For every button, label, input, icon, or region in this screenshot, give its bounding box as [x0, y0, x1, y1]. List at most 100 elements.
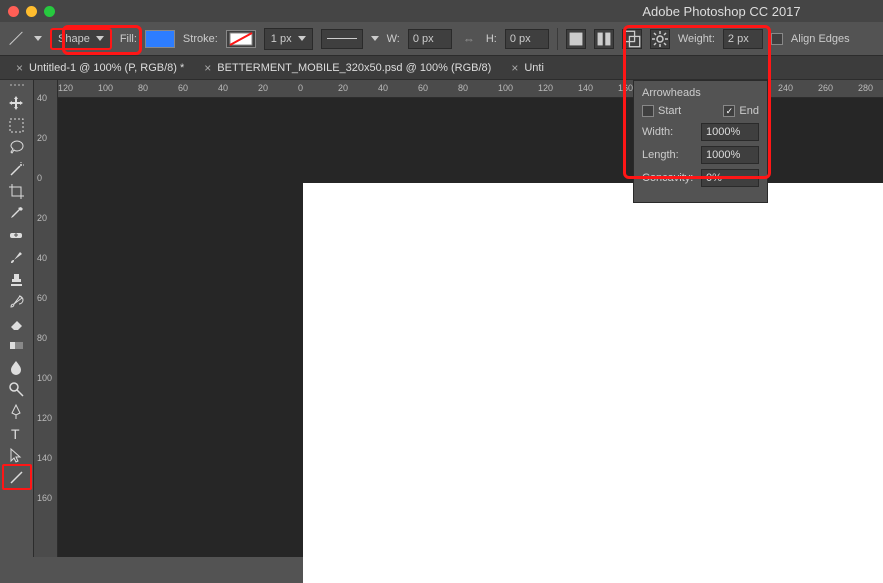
separator — [557, 28, 558, 50]
window-controls — [8, 6, 55, 17]
chevron-down-icon — [96, 36, 104, 41]
arrow-width-input[interactable] — [701, 123, 759, 141]
move-tool[interactable] — [4, 92, 30, 114]
start-checkbox[interactable] — [642, 105, 654, 117]
tool-mode-select[interactable]: Shape — [50, 28, 112, 50]
panel-grip[interactable] — [7, 84, 27, 88]
close-tab-icon[interactable]: × — [204, 61, 211, 75]
ruler-tick: 240 — [778, 83, 793, 93]
ruler-tick: 40 — [37, 94, 55, 102]
ruler-tick: 0 — [37, 174, 55, 182]
ruler-tick: 40 — [218, 83, 228, 93]
ruler-tick: 20 — [37, 214, 55, 222]
lasso-tool[interactable] — [4, 136, 30, 158]
ruler-tick: 100 — [98, 83, 113, 93]
ruler-tick: 60 — [178, 83, 188, 93]
gear-button[interactable] — [650, 29, 670, 49]
gear-icon — [651, 30, 669, 48]
stroke-label: Stroke: — [183, 33, 218, 45]
canvas-area: 120 100 80 60 40 20 0 20 40 60 80 100 12… — [58, 80, 883, 557]
ruler-tick: 80 — [37, 334, 55, 342]
tab-label: Unti — [524, 62, 544, 74]
end-checkbox[interactable] — [723, 105, 735, 117]
ruler-tick: 40 — [378, 83, 388, 93]
ruler-tick: 100 — [498, 83, 513, 93]
arrow-concavity-input[interactable] — [701, 169, 759, 187]
path-align-button[interactable] — [566, 29, 586, 49]
line-tool-icon — [8, 30, 26, 48]
eyedropper-tool[interactable] — [4, 202, 30, 224]
ruler-tick: 160 — [37, 494, 55, 502]
document-page — [303, 183, 883, 583]
close-tab-icon[interactable]: × — [16, 61, 23, 75]
ruler-tick: 80 — [138, 83, 148, 93]
close-window-button[interactable] — [8, 6, 19, 17]
ruler-tick: 120 — [37, 414, 55, 422]
ruler-tick: 140 — [37, 454, 55, 462]
vertical-ruler: 40 20 0 20 40 60 80 100 120 140 160 — [34, 80, 58, 557]
ruler-tick: 100 — [37, 374, 55, 382]
chevron-down-icon — [298, 36, 306, 41]
ruler-tick: 120 — [538, 83, 553, 93]
width-input[interactable] — [408, 29, 452, 49]
crop-tool[interactable] — [4, 180, 30, 202]
brush-tool[interactable] — [4, 246, 30, 268]
document-tab[interactable]: ×BETTERMENT_MOBILE_320x50.psd @ 100% (RG… — [196, 56, 499, 80]
w-label: W: — [387, 33, 400, 45]
svg-text:T: T — [11, 426, 20, 442]
healing-brush-tool[interactable] — [4, 224, 30, 246]
blur-tool[interactable] — [4, 356, 30, 378]
close-tab-icon[interactable]: × — [511, 61, 518, 75]
document-tab[interactable]: ×Untitled-1 @ 100% (P, RGB/8) * — [8, 56, 192, 80]
path-selection-tool[interactable] — [4, 444, 30, 466]
ruler-tick: 80 — [458, 83, 468, 93]
fill-color-swatch[interactable] — [145, 30, 175, 48]
stamp-tool[interactable] — [4, 268, 30, 290]
app-title: Adobe Photoshop CC 2017 — [642, 4, 800, 19]
maximize-window-button[interactable] — [44, 6, 55, 17]
stroke-color-swatch[interactable] — [226, 30, 256, 48]
line-tool[interactable] — [4, 466, 30, 488]
path-ops-button[interactable] — [622, 29, 642, 49]
tool-preset-chevron-icon[interactable] — [34, 36, 42, 41]
dodge-tool[interactable] — [4, 378, 30, 400]
magic-wand-tool[interactable] — [4, 158, 30, 180]
link-dimensions-icon[interactable]: ⇔ — [460, 30, 478, 48]
ruler-tick: 60 — [418, 83, 428, 93]
tool-mode-value: Shape — [58, 33, 90, 45]
ruler-tick: 260 — [818, 83, 833, 93]
arrow-length-input[interactable] — [701, 146, 759, 164]
work-area: T 40 20 0 20 40 60 80 100 120 140 160 12… — [0, 80, 883, 557]
marquee-tool[interactable] — [4, 114, 30, 136]
stroke-width-select[interactable]: 1 px — [264, 28, 313, 50]
start-label: Start — [658, 105, 681, 117]
weight-input[interactable] — [723, 29, 763, 49]
eraser-tool[interactable] — [4, 312, 30, 334]
stroke-style-select[interactable] — [321, 29, 363, 49]
ruler-tick: 40 — [37, 254, 55, 262]
gradient-tool[interactable] — [4, 334, 30, 356]
ruler-tick: 120 — [58, 83, 73, 93]
ruler-tick: 60 — [37, 294, 55, 302]
align-edges-label: Align Edges — [791, 33, 850, 45]
type-tool[interactable]: T — [4, 422, 30, 444]
ruler-tick: 0 — [298, 83, 303, 93]
ruler-tick: 20 — [338, 83, 348, 93]
options-bar: Shape Fill: Stroke: 1 px W: ⇔ H: Weight:… — [0, 22, 883, 56]
document-tab-bar: ×Untitled-1 @ 100% (P, RGB/8) * ×BETTERM… — [0, 56, 883, 80]
align-edges-checkbox[interactable] — [771, 33, 783, 45]
width-label: Width: — [642, 126, 673, 138]
document-tab[interactable]: × Unti — [503, 56, 552, 80]
h-label: H: — [486, 33, 497, 45]
minimize-window-button[interactable] — [26, 6, 37, 17]
history-brush-tool[interactable] — [4, 290, 30, 312]
tools-panel: T — [0, 80, 34, 557]
chevron-down-icon[interactable] — [371, 36, 379, 41]
height-input[interactable] — [505, 29, 549, 49]
stroke-width-value: 1 px — [271, 33, 292, 45]
path-arrange-button[interactable] — [594, 29, 614, 49]
popover-heading: Arrowheads — [642, 87, 759, 99]
pen-tool[interactable] — [4, 400, 30, 422]
length-label: Length: — [642, 149, 679, 161]
ruler-tick: 280 — [858, 83, 873, 93]
